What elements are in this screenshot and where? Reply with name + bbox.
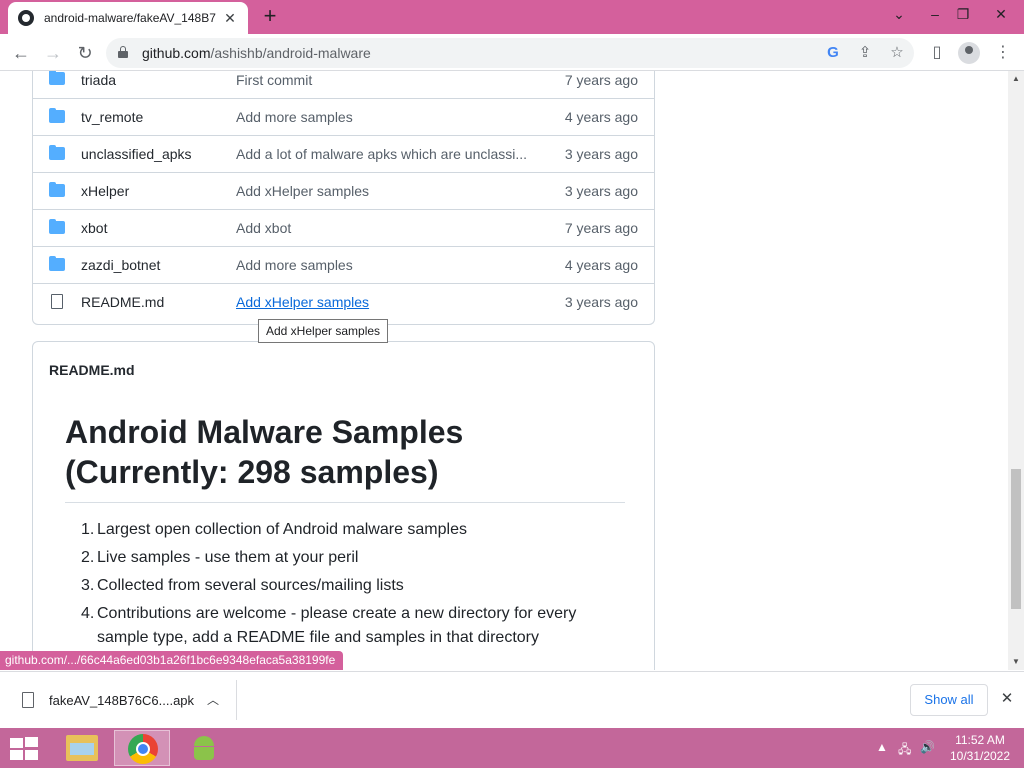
new-tab-button[interactable]: +	[258, 4, 282, 28]
android-icon	[190, 734, 218, 762]
list-item: 1. Largest open collection of Android mal…	[81, 521, 467, 538]
folder-icon	[49, 256, 65, 271]
file-row[interactable]: xbot Add xbot 7 years ago	[33, 209, 654, 246]
list-item: 3. Collected from several sources/mailing…	[81, 577, 404, 594]
close-window-icon[interactable]: ✕	[984, 0, 1018, 28]
vertical-scrollbar[interactable]: ▲ ▼	[1008, 71, 1024, 670]
commit-age: 3 years ago	[564, 183, 638, 199]
commit-age: 3 years ago	[564, 294, 638, 310]
folder-icon	[49, 108, 65, 123]
file-row[interactable]: README.md Add xHelper samples 3 years ag…	[33, 283, 654, 320]
file-name[interactable]: xHelper	[81, 183, 129, 199]
side-panel-icon[interactable]: ▯	[924, 40, 950, 66]
file-name[interactable]: tv_remote	[81, 109, 143, 125]
readme-title: Android Malware Samples (Currently: 298 …	[65, 412, 625, 503]
windows-start-icon[interactable]	[8, 737, 38, 761]
taskbar-clock[interactable]: 11:52 AM 10/31/2022	[940, 732, 1020, 764]
url-text: github.com/ashishb/android-malware	[142, 45, 371, 61]
google-icon[interactable]: G	[822, 42, 844, 64]
tab-close-icon[interactable]: ✕	[222, 10, 238, 27]
chrome-icon	[128, 734, 158, 764]
address-bar[interactable]: github.com/ashishb/android-malware G ⇪ ☆	[106, 38, 914, 68]
file-name[interactable]: unclassified_apks	[81, 146, 192, 162]
commit-message[interactable]: Add xbot	[236, 220, 291, 236]
file-name[interactable]: README.md	[81, 294, 164, 310]
readme-filename[interactable]: README.md	[49, 362, 135, 378]
commit-message[interactable]: Add more samples	[236, 257, 353, 273]
file-list: triada First commit 7 years ago tv_remot…	[32, 71, 655, 325]
commit-age: 4 years ago	[564, 257, 638, 273]
chrome-taskbar-button[interactable]	[114, 730, 170, 766]
profile-avatar-icon[interactable]	[958, 42, 980, 64]
file-explorer-taskbar-button[interactable]	[54, 730, 110, 766]
android-app-taskbar-button[interactable]	[176, 730, 232, 766]
network-icon[interactable]: 🖧	[898, 740, 911, 761]
file-row[interactable]: triada First commit 7 years ago	[33, 71, 654, 98]
scrollbar-thumb[interactable]	[1011, 469, 1021, 609]
commit-message[interactable]: Add xHelper samples	[236, 183, 369, 199]
menu-kebab-icon[interactable]: ⋮	[990, 40, 1016, 66]
status-link-bubble: github.com/.../66c44a6ed03b1a26f1bc6e934…	[0, 651, 344, 670]
browser-titlebar: android-malware/fakeAV_148B76C6 ✕ + ⌄ – …	[0, 0, 1024, 34]
scroll-down-icon[interactable]: ▼	[1012, 658, 1020, 666]
browser-tab[interactable]: android-malware/fakeAV_148B76C6 ✕	[8, 2, 248, 34]
download-bar: fakeAV_148B76C6....apk ︿ Show all ✕	[0, 671, 1024, 728]
file-row[interactable]: xHelper Add xHelper samples 3 years ago	[33, 172, 654, 209]
file-icon	[49, 294, 63, 310]
folder-icon	[49, 219, 65, 234]
windows-taskbar: ▲ 🖧 🔊 11:52 AM 10/31/2022	[0, 728, 1024, 768]
file-icon	[22, 692, 34, 708]
back-arrow-icon[interactable]: ←	[8, 40, 34, 66]
lock-icon	[118, 46, 128, 58]
bookmark-star-icon[interactable]: ☆	[886, 42, 908, 64]
folder-icon	[49, 182, 65, 197]
tab-title: android-malware/fakeAV_148B76C6	[44, 11, 216, 25]
volume-icon[interactable]: 🔊	[920, 740, 935, 754]
scroll-up-icon[interactable]: ▲	[1012, 75, 1020, 83]
folder-icon	[49, 71, 65, 85]
page-viewport: triada First commit 7 years ago tv_remot…	[0, 71, 1008, 670]
file-name[interactable]: zazdi_botnet	[81, 257, 160, 273]
readme-list: 1. Largest open collection of Android mal…	[81, 518, 601, 654]
commit-age: 7 years ago	[564, 220, 638, 236]
commit-age: 3 years ago	[564, 146, 638, 162]
commit-message[interactable]: Add more samples	[236, 109, 353, 125]
file-row[interactable]: unclassified_apks Add a lot of malware a…	[33, 135, 654, 172]
close-icon[interactable]: ✕	[996, 688, 1018, 710]
restore-icon[interactable]: ❐	[946, 0, 980, 28]
browser-toolbar: ← → ↻ github.com/ashishb/android-malware…	[0, 34, 1024, 71]
tooltip: Add xHelper samples	[258, 319, 389, 343]
reload-icon[interactable]: ↻	[72, 40, 98, 66]
file-row[interactable]: zazdi_botnet Add more samples 4 years ag…	[33, 246, 654, 283]
file-name[interactable]: xbot	[81, 220, 107, 236]
commit-message[interactable]: First commit	[236, 72, 312, 88]
commit-age: 4 years ago	[564, 109, 638, 125]
github-icon	[18, 10, 34, 26]
list-item: 4. Contributions are welcome - please cre…	[81, 605, 577, 646]
divider	[236, 680, 237, 720]
download-filename[interactable]: fakeAV_148B76C6....apk	[49, 693, 194, 708]
forward-arrow-icon[interactable]: →	[40, 40, 66, 66]
folder-icon	[49, 145, 65, 160]
commit-age: 7 years ago	[564, 71, 638, 88]
list-item: 2. Live samples - use them at your peril	[81, 549, 359, 566]
share-icon[interactable]: ⇪	[854, 42, 876, 64]
file-name[interactable]: triada	[81, 72, 116, 88]
show-all-button[interactable]: Show all	[910, 684, 988, 716]
folder-icon	[66, 735, 98, 761]
chevron-up-icon[interactable]: ︿	[202, 689, 224, 711]
file-row[interactable]: tv_remote Add more samples 4 years ago	[33, 98, 654, 135]
readme-box: README.md Android Malware Samples (Curre…	[32, 341, 655, 670]
tab-search-icon[interactable]: ⌄	[882, 0, 916, 28]
show-hidden-icons-icon[interactable]: ▲	[876, 740, 888, 754]
commit-message[interactable]: Add a lot of malware apks which are uncl…	[236, 146, 527, 162]
commit-message-link[interactable]: Add xHelper samples	[236, 294, 369, 310]
